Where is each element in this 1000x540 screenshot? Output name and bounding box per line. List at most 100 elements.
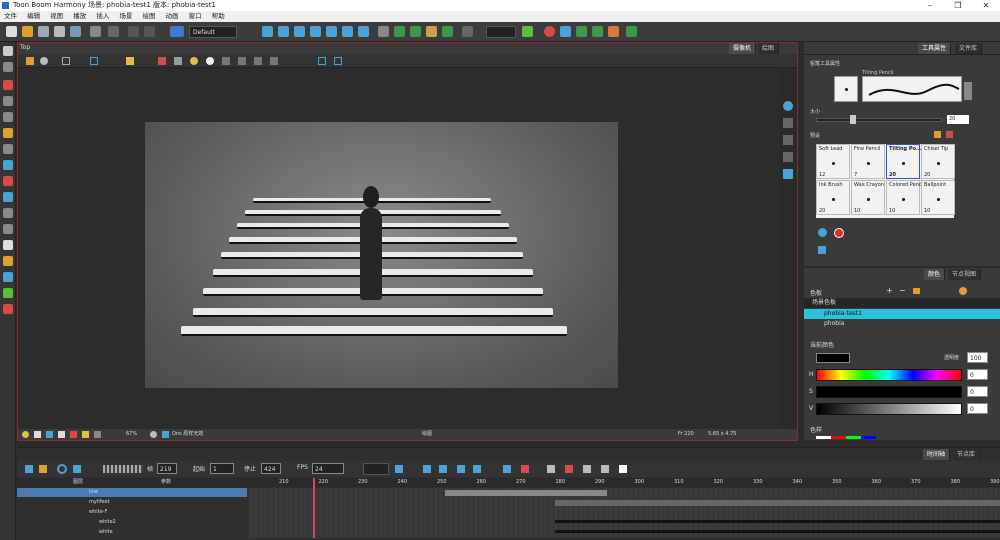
display-icon[interactable] (94, 431, 101, 438)
stencil-icon[interactable] (818, 246, 826, 254)
stroke-preview[interactable] (862, 76, 962, 102)
brush-tilting-pencil[interactable]: Tilting Po... 20 (886, 144, 921, 179)
exposure-bar[interactable] (555, 500, 1000, 506)
key-icon[interactable] (395, 465, 403, 473)
brush-chisel-tip[interactable]: Chisel Tip 20 (921, 144, 955, 179)
brush-ballpoint[interactable]: Ballpoint 10 (921, 180, 955, 215)
exposure-bar[interactable] (445, 490, 607, 496)
settings-icon[interactable] (40, 57, 48, 65)
rgb-icon[interactable] (46, 431, 53, 438)
drawing-key-icon[interactable] (521, 465, 529, 473)
play-button-icon[interactable] (25, 465, 33, 473)
checkmark-icon[interactable] (522, 26, 533, 37)
tab-drawing[interactable]: 绘图 (758, 43, 780, 54)
paint-tool-icon[interactable] (3, 128, 13, 138)
layer-icon[interactable] (783, 118, 793, 128)
add-keyframe-icon[interactable] (423, 465, 431, 473)
import-icon[interactable] (70, 26, 81, 37)
onion-range-icon[interactable] (547, 465, 555, 473)
new-preset-icon[interactable] (934, 131, 941, 138)
morph-icon[interactable] (342, 26, 353, 37)
layer4-icon[interactable] (783, 169, 793, 179)
menu-edit[interactable]: 编辑 (23, 11, 44, 22)
snap-contour-icon[interactable] (334, 57, 342, 65)
menu-play[interactable]: 播放 (69, 11, 90, 22)
flip-h-icon[interactable] (222, 57, 230, 65)
blank-cell-icon[interactable] (619, 465, 627, 473)
pencil-tool-icon[interactable] (3, 96, 13, 106)
color-pick-icon[interactable] (834, 228, 844, 238)
workspace-icon[interactable] (170, 26, 184, 37)
menu-view[interactable]: 视图 (46, 11, 67, 22)
menu-help[interactable]: 帮助 (208, 11, 229, 22)
stop-motion-icon[interactable] (473, 465, 481, 473)
layer-row-line[interactable]: line (17, 488, 247, 497)
remove-palette-icon[interactable]: − (899, 287, 906, 295)
flip-v-icon[interactable] (238, 57, 246, 65)
align-icon[interactable] (254, 57, 262, 65)
filmstrip-icon[interactable] (583, 465, 591, 473)
light-icon[interactable] (22, 431, 29, 438)
volume-icon[interactable] (73, 465, 81, 473)
swatch-strip[interactable] (816, 436, 876, 439)
interpolation-select[interactable] (363, 463, 389, 475)
tab-library[interactable]: 文件库 (955, 43, 983, 54)
delete-preset-icon[interactable] (946, 131, 953, 138)
zoom-level[interactable]: 67% (126, 429, 137, 440)
tab-node-library[interactable]: 节点库 (953, 449, 981, 460)
hand-tool-icon[interactable] (3, 240, 13, 250)
menu-file[interactable]: 文件 (0, 11, 21, 22)
render-settings[interactable]: Ons 原样无效 (172, 429, 203, 440)
hue-input[interactable]: 0 (967, 369, 988, 380)
pencil-icon[interactable] (158, 57, 166, 65)
brush-dot-preview[interactable] (834, 76, 858, 102)
lock-icon[interactable] (126, 57, 134, 65)
extend-exposure-icon[interactable] (503, 465, 511, 473)
opacity-input[interactable]: 100 (967, 352, 988, 363)
size-slider[interactable] (816, 118, 942, 122)
dropper-tool-icon[interactable] (3, 224, 13, 234)
scale-icon[interactable] (294, 26, 305, 37)
grid-icon[interactable] (442, 26, 453, 37)
line-tool-icon[interactable] (3, 192, 13, 202)
select-tool-icon[interactable] (3, 46, 13, 56)
brush-wax-crayon[interactable]: Wax Crayon 10 (851, 180, 885, 215)
brush-tool-icon[interactable] (3, 80, 13, 90)
ellipse-tool-icon[interactable] (3, 176, 13, 186)
hue-slider[interactable] (816, 369, 962, 381)
tab-camera[interactable]: 摄像机 (729, 43, 757, 54)
brush-fine-pencil[interactable]: Fine Pencil 7 (851, 144, 885, 179)
add-palette-icon[interactable]: + (886, 287, 893, 295)
bulb-icon[interactable] (190, 57, 198, 65)
onion-icon[interactable] (70, 431, 77, 438)
loop-button-icon[interactable] (57, 464, 67, 474)
value-slider[interactable] (816, 403, 962, 415)
save-as-icon[interactable] (54, 26, 65, 37)
menu-window[interactable]: 窗口 (185, 11, 206, 22)
maximize-button[interactable]: ❐ (944, 0, 972, 11)
save-icon[interactable] (38, 26, 49, 37)
flash-icon[interactable] (82, 431, 89, 438)
record-icon[interactable] (544, 26, 555, 37)
rotate-icon[interactable] (278, 26, 289, 37)
layer-row-white-f[interactable]: white-F (17, 508, 247, 517)
egg-icon[interactable] (206, 57, 214, 65)
palette-options-icon[interactable] (959, 287, 967, 295)
color-swatch-icon[interactable] (462, 26, 473, 37)
eye-icon[interactable] (783, 101, 793, 111)
preset-arrow-icon[interactable] (964, 82, 972, 100)
playhead[interactable] (313, 478, 315, 538)
layer-row-white[interactable]: white (17, 528, 247, 537)
layer-row-mylifeet[interactable]: mylifeet (17, 498, 247, 507)
menu-drawing[interactable]: 绘图 (138, 11, 159, 22)
value-input[interactable]: 0 (967, 403, 988, 414)
size-slider-handle[interactable] (850, 115, 856, 124)
fps-input[interactable]: 24 (312, 463, 344, 474)
contour-tool-icon[interactable] (3, 62, 13, 72)
camera-mask-icon[interactable] (58, 431, 65, 438)
onion-skin-icon[interactable] (378, 26, 389, 37)
current-frame-input[interactable]: 219 (157, 463, 177, 474)
clone-icon[interactable] (601, 465, 609, 473)
loop-icon[interactable] (560, 26, 571, 37)
saturation-input[interactable]: 0 (967, 386, 988, 397)
